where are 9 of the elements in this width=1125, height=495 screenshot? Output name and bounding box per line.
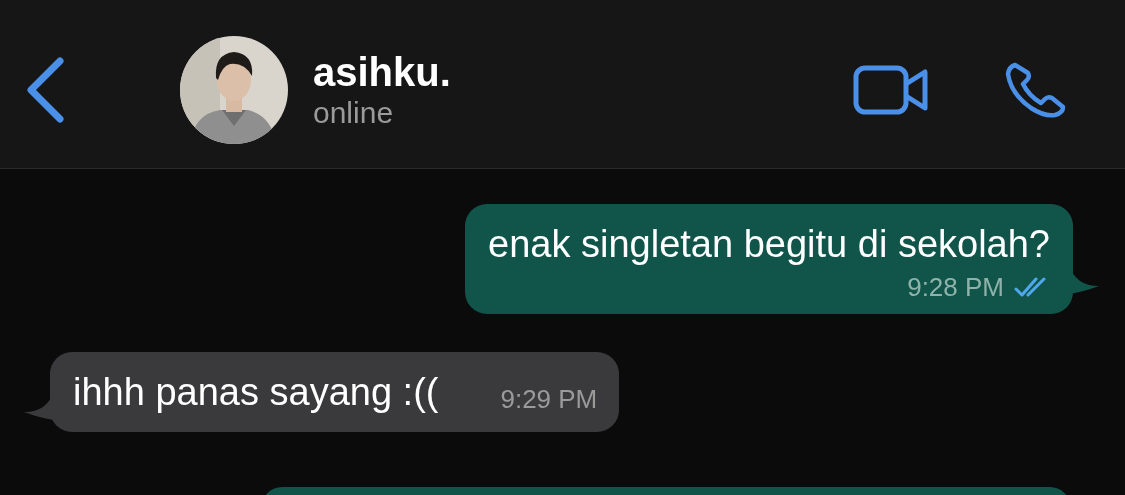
message-text: ihhh panas sayang :(( bbox=[73, 370, 439, 414]
message-text: enak singletan begitu di sekolah? bbox=[488, 222, 1050, 266]
phone-icon[interactable] bbox=[1005, 62, 1067, 118]
back-icon[interactable] bbox=[25, 57, 65, 123]
video-camera-icon[interactable] bbox=[853, 65, 929, 115]
message-time: 9:29 PM bbox=[500, 384, 598, 414]
contact-status: online bbox=[313, 95, 395, 131]
contact-name: asihku. bbox=[313, 49, 451, 95]
message-time: 9:28 PM bbox=[907, 272, 1004, 302]
